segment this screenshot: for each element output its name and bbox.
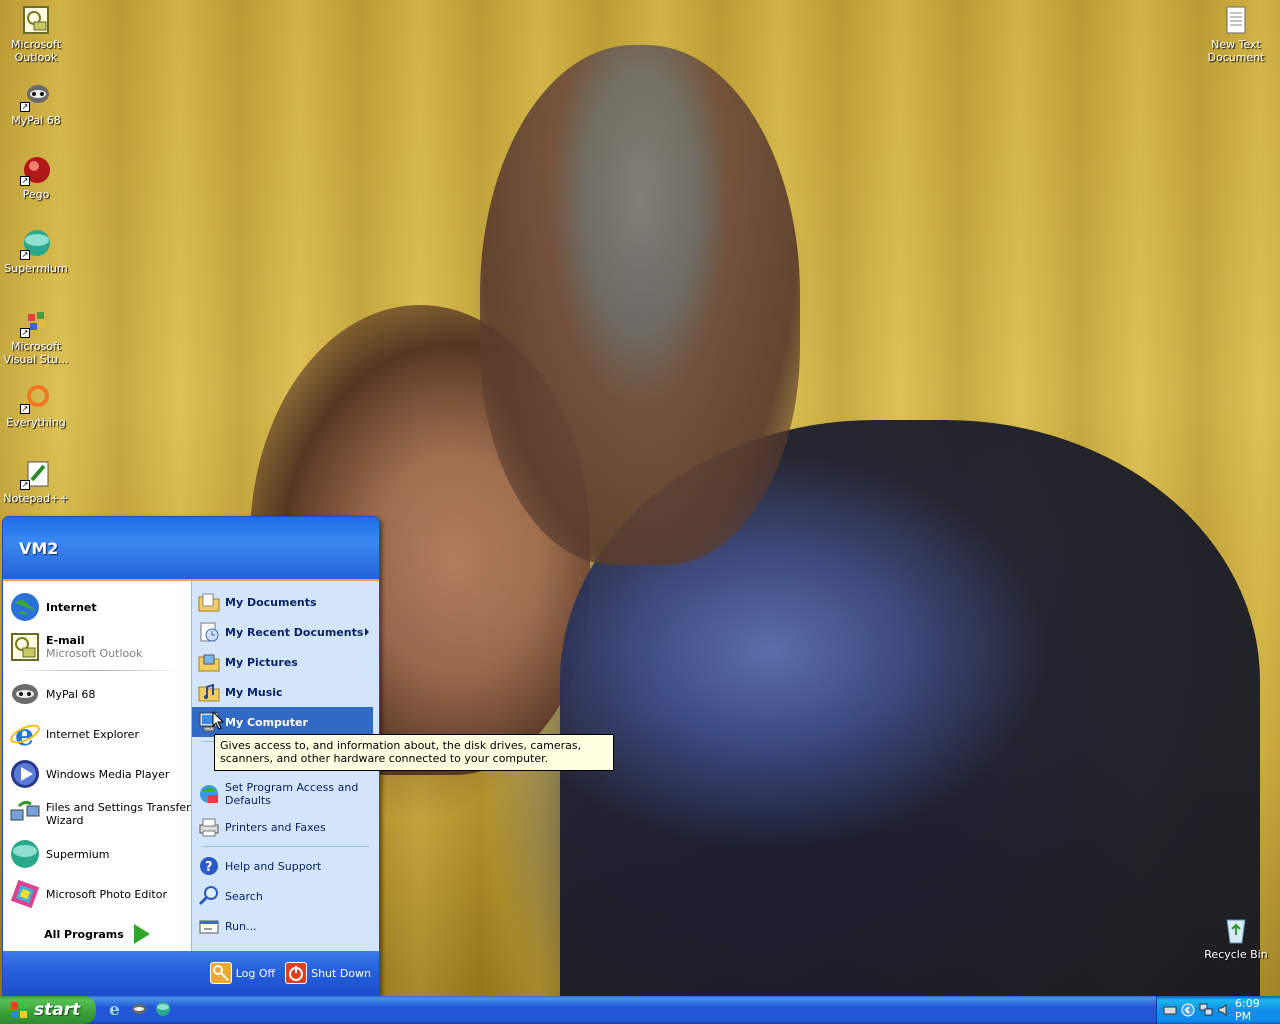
- wallpaper-figure-right: [480, 45, 800, 565]
- taskbar: start e 6:09 PM: [0, 996, 1280, 1024]
- start-item-my-pictures[interactable]: My Pictures: [192, 647, 373, 677]
- start-item-windows-media-player[interactable]: Windows Media Player: [3, 754, 191, 794]
- start-item-supermium[interactable]: Supermium: [3, 834, 191, 874]
- run-icon: [198, 915, 220, 937]
- text-document-icon: [1220, 4, 1252, 36]
- all-programs-button[interactable]: All Programs: [3, 917, 191, 951]
- start-item-transfer-wizard[interactable]: Files and Settings Transfer Wizard: [3, 794, 191, 834]
- start-item-email[interactable]: E-mail Microsoft Outlook: [3, 627, 191, 667]
- desktop-icon-new-text-document[interactable]: New Text Document: [1200, 4, 1272, 64]
- windows-flag-icon: [10, 1001, 28, 1019]
- recycle-bin-icon: [1220, 914, 1252, 946]
- desktop-icon-visual-studio[interactable]: ↗ Microsoft Visual Stu...: [0, 306, 72, 366]
- shortcut-arrow-icon: ↗: [20, 250, 30, 260]
- power-icon: [285, 962, 308, 984]
- start-item-photo-editor[interactable]: Microsoft Photo Editor: [3, 874, 191, 914]
- visual-studio-icon: ↗: [20, 306, 52, 338]
- start-item-my-recent-documents[interactable]: My Recent Documents: [192, 617, 373, 647]
- mypal-icon[interactable]: [130, 1000, 148, 1018]
- start-item-internet-explorer[interactable]: e Internet Explorer: [3, 714, 191, 754]
- media-player-icon: [9, 758, 41, 790]
- photo-editor-icon: [9, 878, 41, 910]
- network-icon[interactable]: [1199, 1003, 1213, 1017]
- tray-chevron-icon[interactable]: [1181, 1003, 1195, 1017]
- help-icon: ?: [198, 855, 220, 877]
- desktop-icon-supermium[interactable]: ↗ Supermium: [0, 228, 72, 275]
- globe-icon: [9, 591, 41, 623]
- notepadpp-icon: ↗: [20, 458, 52, 490]
- program-access-icon: [198, 783, 220, 805]
- quick-launch: e: [106, 1000, 172, 1020]
- desktop-icon-outlook[interactable]: Microsoft Outlook: [0, 4, 72, 64]
- start-menu-programs-pane: Internet E-mail Microsoft Outlook MyPal …: [3, 581, 191, 953]
- shortcut-arrow-icon: ↗: [20, 176, 30, 186]
- desktop-icon-pego[interactable]: ↗ Pego: [0, 154, 72, 201]
- start-button[interactable]: start: [0, 996, 96, 1024]
- shortcut-arrow-icon: ↗: [20, 328, 30, 338]
- transfer-wizard-icon: [9, 798, 41, 830]
- supermium-icon: ↗: [20, 228, 52, 260]
- submenu-arrow-icon: [365, 628, 369, 636]
- everything-icon: ↗: [20, 382, 52, 414]
- supermium-icon: [9, 838, 41, 870]
- desktop-icon-notepadpp[interactable]: ↗ Notepad++: [0, 458, 72, 505]
- desktop-icon-everything[interactable]: ↗ Everything: [0, 382, 72, 429]
- shortcut-arrow-icon: ↗: [20, 102, 30, 112]
- supermium-icon[interactable]: [154, 1000, 172, 1018]
- folder-music-icon: [198, 681, 220, 703]
- shut-down-button[interactable]: Shut Down: [285, 962, 371, 984]
- start-item-my-music[interactable]: My Music: [192, 677, 373, 707]
- pego-icon: ↗: [20, 154, 52, 186]
- folder-documents-icon: [198, 591, 220, 613]
- start-item-internet[interactable]: Internet: [3, 587, 191, 627]
- start-item-run[interactable]: Run...: [192, 911, 373, 941]
- recent-documents-icon: [198, 621, 220, 643]
- internet-explorer-icon[interactable]: e: [106, 1000, 124, 1020]
- log-off-button[interactable]: Log Off: [209, 962, 275, 984]
- internet-explorer-icon: e: [9, 718, 41, 753]
- green-arrow-icon: [133, 924, 150, 944]
- separator: [11, 670, 183, 671]
- shortcut-arrow-icon: ↗: [20, 404, 30, 414]
- desktop-icon-recycle-bin[interactable]: Recycle Bin: [1200, 914, 1272, 961]
- separator: [202, 846, 369, 847]
- svg-text:?: ?: [205, 860, 213, 875]
- mypal-icon: ↗: [20, 80, 52, 112]
- printer-icon: [198, 816, 220, 838]
- outlook-icon: [9, 631, 41, 663]
- start-item-search[interactable]: Search: [192, 881, 373, 911]
- start-item-mypal[interactable]: MyPal 68: [3, 674, 191, 714]
- svg-text:e: e: [109, 1000, 120, 1018]
- key-icon: [209, 962, 232, 984]
- start-item-my-documents[interactable]: My Documents: [192, 587, 373, 617]
- mouse-cursor-icon: [212, 711, 225, 730]
- svg-text:e: e: [15, 718, 34, 750]
- search-icon: [198, 885, 220, 907]
- start-menu-footer: Log Off Shut Down: [3, 951, 379, 995]
- clock[interactable]: 6:09 PM: [1235, 997, 1266, 1023]
- keyboard-icon[interactable]: [1163, 1003, 1177, 1017]
- shortcut-arrow-icon: ↗: [20, 480, 30, 490]
- start-menu-user-name: VM2: [3, 517, 379, 581]
- desktop-icon-mypal[interactable]: ↗ MyPal 68: [0, 80, 72, 127]
- folder-pictures-icon: [198, 651, 220, 673]
- volume-icon[interactable]: [1217, 1003, 1231, 1017]
- start-item-printers-and-faxes[interactable]: Printers and Faxes: [192, 812, 373, 842]
- system-tray: 6:09 PM: [1156, 996, 1280, 1024]
- start-item-set-program-access[interactable]: Set Program Access and Defaults: [192, 776, 373, 812]
- my-computer-tooltip: Gives access to, and information about, …: [214, 734, 614, 771]
- mypal-icon: [9, 678, 41, 710]
- start-item-help-and-support[interactable]: ? Help and Support: [192, 851, 373, 881]
- outlook-icon: [20, 4, 52, 36]
